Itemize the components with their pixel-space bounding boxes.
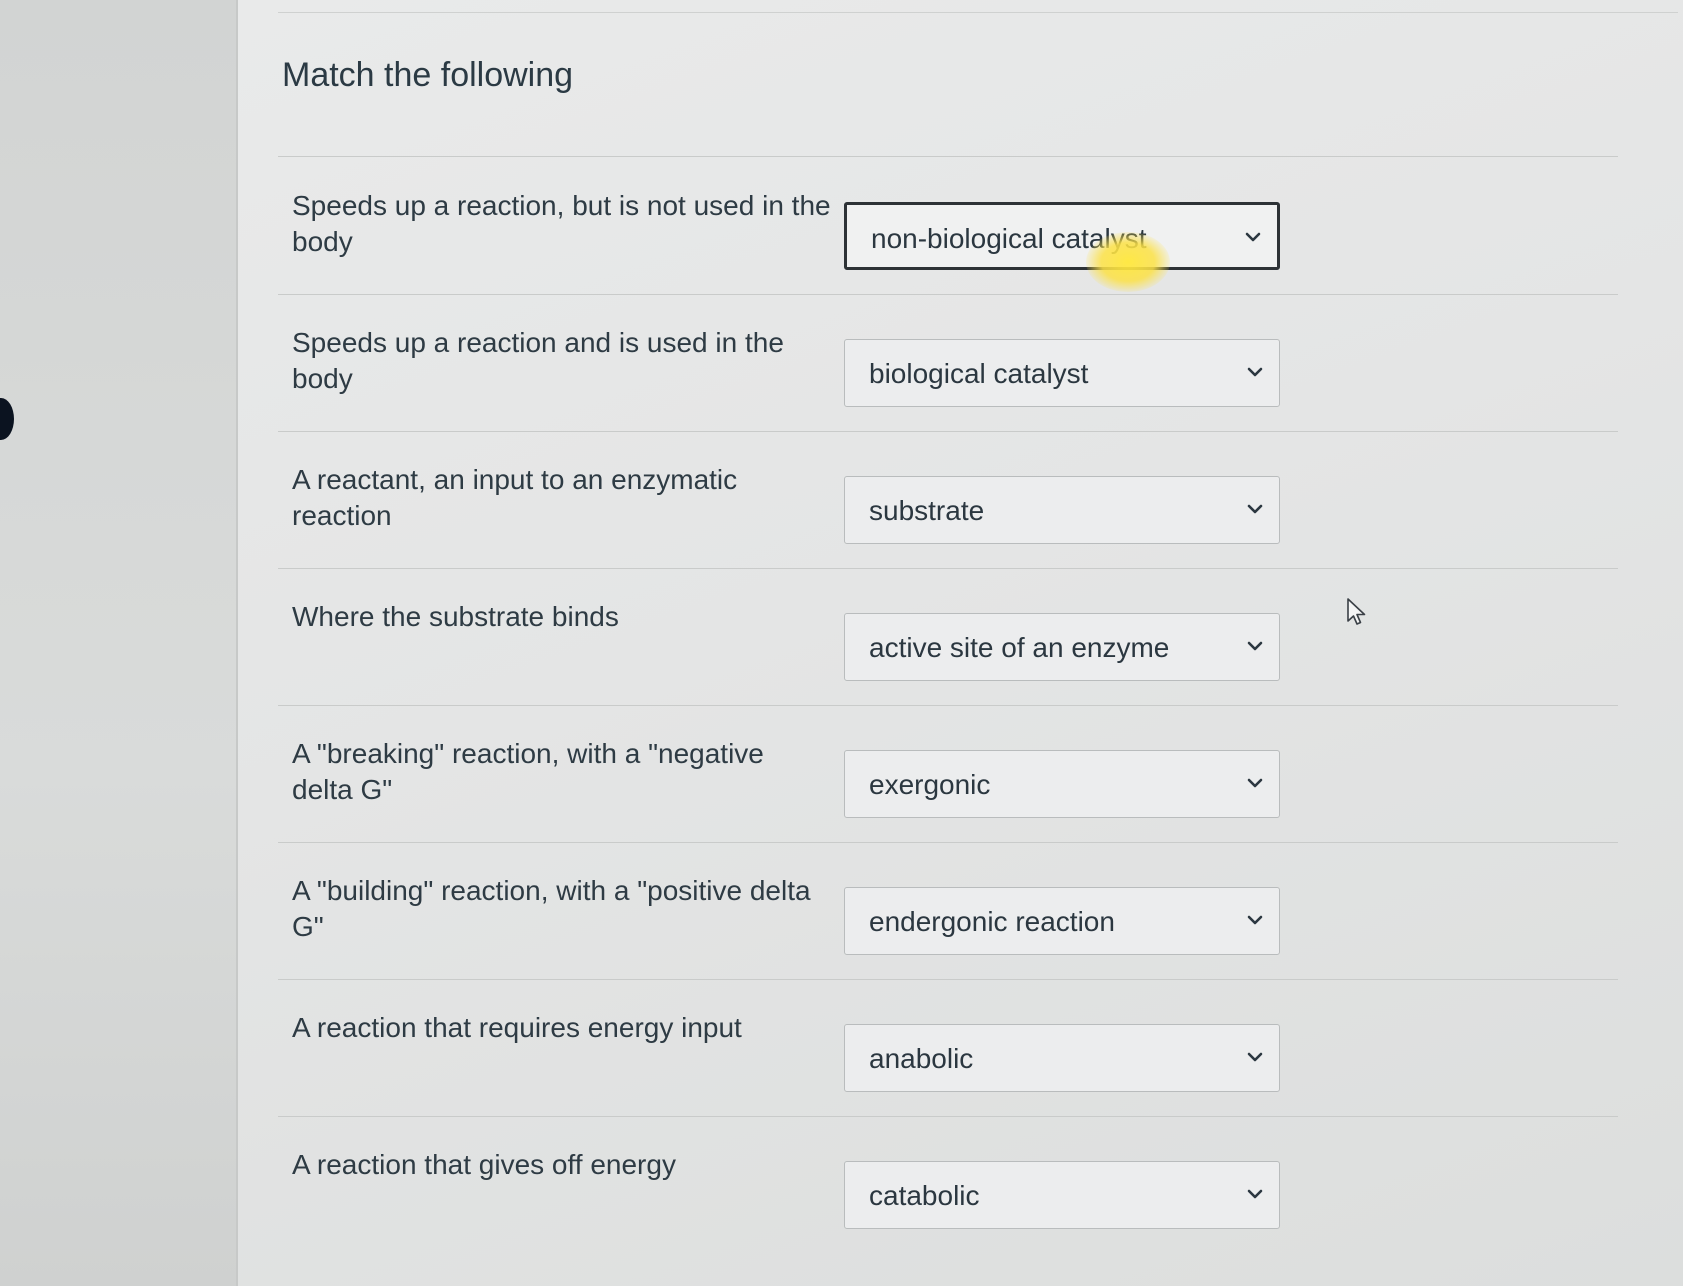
- chevron-down-icon: [1245, 773, 1265, 793]
- chevron-down-icon: [1243, 227, 1263, 247]
- match-prompt: A reaction that requires energy input: [292, 1012, 742, 1043]
- match-prompt: Where the substrate binds: [292, 601, 619, 632]
- answer-selected-value: exergonic: [869, 769, 991, 800]
- answer-selected-value: biological catalyst: [869, 358, 1089, 389]
- answer-selected-value: substrate: [869, 495, 985, 526]
- chevron-down-icon: [1245, 636, 1265, 656]
- mouse-pointer-icon: [1346, 597, 1368, 627]
- match-row: A "building" reaction, with a "positive …: [278, 843, 1618, 980]
- match-row: A reactant, an input to an enzymatic rea…: [278, 432, 1618, 569]
- answer-selected-value: non-biological catalyst: [871, 223, 1147, 254]
- answer-dropdown[interactable]: endergonic reaction: [844, 887, 1280, 955]
- left-gutter: [0, 0, 236, 1286]
- answer-dropdown[interactable]: active site of an enzyme: [844, 613, 1280, 681]
- gutter-marker: [0, 398, 14, 440]
- answer-dropdown[interactable]: catabolic: [844, 1161, 1280, 1229]
- chevron-down-icon: [1245, 1184, 1265, 1204]
- answer-dropdown[interactable]: biological catalyst: [844, 339, 1280, 407]
- chevron-down-icon: [1245, 910, 1265, 930]
- answer-dropdown[interactable]: exergonic: [844, 750, 1280, 818]
- answer-selected-value: anabolic: [869, 1043, 974, 1074]
- match-prompt: Speeds up a reaction and is used in the …: [292, 327, 784, 394]
- match-row: Speeds up a reaction, but is not used in…: [278, 158, 1618, 295]
- match-prompt: Speeds up a reaction, but is not used in…: [292, 190, 831, 257]
- match-row: A reaction that gives off energy catabol…: [278, 1117, 1618, 1253]
- question-panel: Match the following Speeds up a reaction…: [236, 0, 1683, 1286]
- question-title: Match the following: [282, 56, 574, 94]
- top-divider: [278, 12, 1678, 13]
- answer-dropdown[interactable]: anabolic: [844, 1024, 1280, 1092]
- answer-dropdown[interactable]: non-biological catalyst: [844, 202, 1280, 270]
- answer-selected-value: active site of an enzyme: [869, 632, 1170, 663]
- match-prompt: A "building" reaction, with a "positive …: [292, 875, 811, 942]
- title-divider: [278, 156, 1618, 157]
- match-row: Where the substrate binds active site of…: [278, 569, 1618, 706]
- match-row: A reaction that requires energy input an…: [278, 980, 1618, 1117]
- match-prompt: A "breaking" reaction, with a "negative …: [292, 738, 764, 805]
- chevron-down-icon: [1245, 499, 1265, 519]
- chevron-down-icon: [1245, 1047, 1265, 1067]
- answer-selected-value: catabolic: [869, 1180, 980, 1211]
- chevron-down-icon: [1245, 362, 1265, 382]
- match-list: Speeds up a reaction, but is not used in…: [278, 158, 1618, 1253]
- answer-dropdown[interactable]: substrate: [844, 476, 1280, 544]
- match-row: A "breaking" reaction, with a "negative …: [278, 706, 1618, 843]
- answer-selected-value: endergonic reaction: [869, 906, 1115, 937]
- match-prompt: A reactant, an input to an enzymatic rea…: [292, 464, 738, 531]
- match-prompt: A reaction that gives off energy: [292, 1149, 676, 1180]
- match-row: Speeds up a reaction and is used in the …: [278, 295, 1618, 432]
